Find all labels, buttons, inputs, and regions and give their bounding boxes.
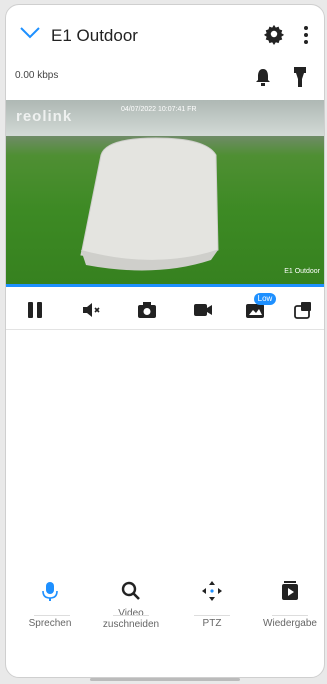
talk-separator bbox=[34, 615, 70, 616]
talk-button[interactable]: Sprechen bbox=[15, 580, 85, 629]
bitrate-text: 0.00 kbps bbox=[15, 70, 59, 81]
timestamp-overlay: 04/07/2022 10:07:41 FR bbox=[121, 106, 197, 113]
phone-frame: E1 Outdoor 0.00 kbps reolink 04/07/2022 … bbox=[5, 4, 325, 678]
home-indicator bbox=[90, 678, 240, 681]
ptz-move-icon bbox=[202, 581, 222, 601]
crop-video-label: Video zuschneiden bbox=[102, 608, 160, 630]
switch-view-icon[interactable] bbox=[292, 299, 314, 321]
search-icon bbox=[121, 581, 140, 600]
gear-icon[interactable] bbox=[263, 23, 285, 45]
control-divider bbox=[6, 329, 324, 330]
crop-separator bbox=[113, 615, 149, 616]
low-quality-badge: Low bbox=[254, 293, 276, 305]
playback-icon bbox=[282, 581, 298, 600]
app-header: E1 Outdoor bbox=[6, 5, 324, 65]
playback-separator bbox=[272, 615, 308, 616]
video-progress-line bbox=[6, 284, 324, 287]
mute-icon[interactable] bbox=[80, 299, 102, 321]
record-video-icon[interactable] bbox=[192, 299, 214, 321]
playback-button[interactable]: Wiedergabe bbox=[255, 580, 324, 629]
spotlight-icon[interactable] bbox=[293, 66, 307, 88]
camera-snapshot-icon[interactable] bbox=[136, 299, 158, 321]
ptz-separator bbox=[194, 615, 230, 616]
device-name-overlay: E1 Outdoor bbox=[284, 268, 320, 275]
crop-video-button[interactable]: Video zuschneiden bbox=[96, 580, 166, 630]
more-options-icon[interactable] bbox=[303, 24, 309, 46]
ptz-label: PTZ bbox=[202, 618, 222, 629]
siren-icon[interactable] bbox=[254, 67, 272, 87]
mic-icon bbox=[42, 582, 58, 601]
brand-watermark: reolink bbox=[16, 108, 73, 125]
chevron-down-icon[interactable] bbox=[18, 21, 42, 45]
video-control-bar bbox=[6, 291, 324, 327]
pause-icon[interactable] bbox=[24, 299, 46, 321]
live-video-feed[interactable]: reolink 04/07/2022 10:07:41 FR E1 Outdoo… bbox=[6, 100, 324, 285]
ptz-button[interactable]: PTZ bbox=[177, 580, 247, 629]
camera-mount-image bbox=[80, 137, 219, 271]
page-title: E1 Outdoor bbox=[51, 26, 138, 45]
playback-label: Wiedergabe bbox=[263, 618, 317, 629]
talk-label: Sprechen bbox=[28, 618, 72, 629]
